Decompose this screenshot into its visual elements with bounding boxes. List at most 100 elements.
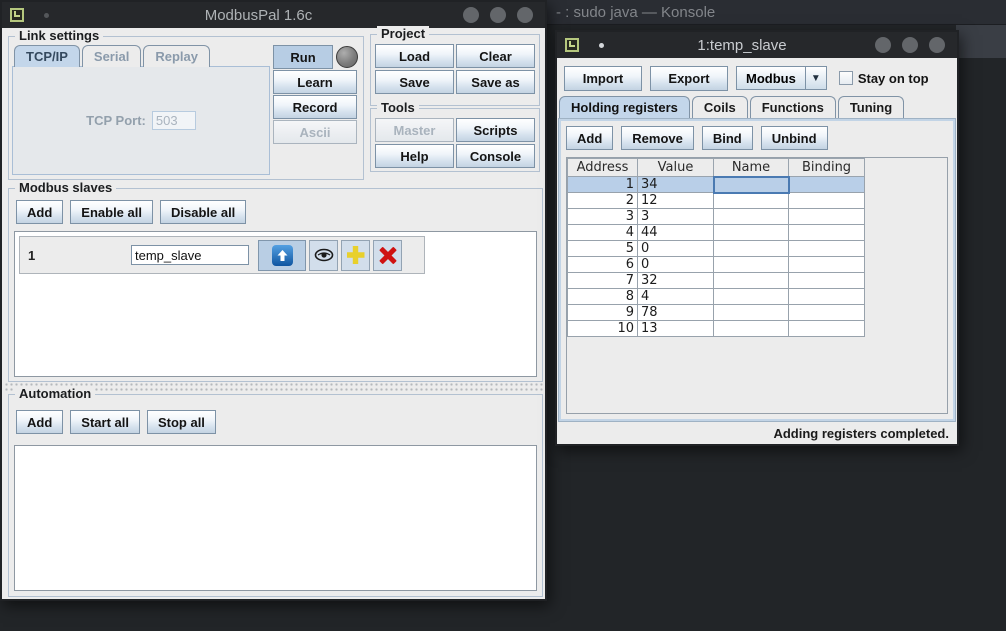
register-binding-cell[interactable] bbox=[789, 257, 865, 273]
register-address-cell[interactable]: 5 bbox=[568, 241, 638, 257]
slave-delete-button[interactable] bbox=[373, 240, 402, 271]
slave-titlebar[interactable]: 1:temp_slave bbox=[557, 32, 957, 58]
register-unbind-button[interactable]: Unbind bbox=[761, 126, 828, 150]
stop-all-button[interactable]: Stop all bbox=[147, 410, 216, 434]
table-row[interactable]: 212 bbox=[568, 193, 865, 209]
tab-holding-registers[interactable]: Holding registers bbox=[559, 96, 690, 118]
register-address-cell[interactable]: 9 bbox=[568, 305, 638, 321]
column-header-name[interactable]: Name bbox=[714, 159, 789, 177]
tab-functions[interactable]: Functions bbox=[750, 96, 836, 118]
tab-serial[interactable]: Serial bbox=[82, 45, 141, 67]
register-name-cell[interactable] bbox=[714, 225, 789, 241]
register-address-cell[interactable]: 2 bbox=[568, 193, 638, 209]
mode-combobox[interactable]: Modbus ▼ bbox=[736, 66, 827, 90]
column-header-binding[interactable]: Binding bbox=[789, 159, 865, 177]
register-value-cell[interactable]: 44 bbox=[638, 225, 714, 241]
register-add-button[interactable]: Add bbox=[566, 126, 613, 150]
register-binding-cell[interactable] bbox=[789, 241, 865, 257]
register-name-cell[interactable] bbox=[714, 289, 789, 305]
register-binding-cell[interactable] bbox=[789, 193, 865, 209]
chevron-down-icon[interactable]: ▼ bbox=[805, 67, 826, 89]
tab-replay[interactable]: Replay bbox=[143, 45, 210, 67]
window-icon[interactable] bbox=[565, 38, 579, 52]
tcp-port-field[interactable] bbox=[152, 111, 196, 130]
register-name-cell[interactable] bbox=[714, 321, 789, 337]
tab-coils[interactable]: Coils bbox=[692, 96, 748, 118]
minimize-button[interactable] bbox=[463, 7, 479, 23]
register-binding-cell[interactable] bbox=[789, 225, 865, 241]
slave-enable-toggle-button[interactable] bbox=[258, 240, 306, 271]
register-address-cell[interactable]: 3 bbox=[568, 209, 638, 225]
table-row[interactable]: 134 bbox=[568, 177, 865, 193]
register-address-cell[interactable]: 1 bbox=[568, 177, 638, 193]
help-button[interactable]: Help bbox=[375, 144, 454, 168]
table-row[interactable]: 33 bbox=[568, 209, 865, 225]
table-row[interactable]: 732 bbox=[568, 273, 865, 289]
import-button[interactable]: Import bbox=[564, 66, 642, 91]
column-header-address[interactable]: Address bbox=[568, 159, 638, 177]
load-button[interactable]: Load bbox=[375, 44, 454, 68]
register-remove-button[interactable]: Remove bbox=[621, 126, 694, 150]
stay-on-top-checkbox[interactable] bbox=[839, 71, 853, 85]
register-bind-button[interactable]: Bind bbox=[702, 126, 753, 150]
tab-tuning[interactable]: Tuning bbox=[838, 96, 904, 118]
register-name-cell[interactable] bbox=[714, 193, 789, 209]
table-row[interactable]: 50 bbox=[568, 241, 865, 257]
register-address-cell[interactable]: 6 bbox=[568, 257, 638, 273]
table-row[interactable]: 1013 bbox=[568, 321, 865, 337]
register-name-cell[interactable] bbox=[714, 273, 789, 289]
register-address-cell[interactable]: 4 bbox=[568, 225, 638, 241]
table-row[interactable]: 978 bbox=[568, 305, 865, 321]
maximize-button[interactable] bbox=[490, 7, 506, 23]
close-button[interactable] bbox=[517, 7, 533, 23]
register-address-cell[interactable]: 7 bbox=[568, 273, 638, 289]
register-name-cell[interactable] bbox=[714, 209, 789, 225]
register-binding-cell[interactable] bbox=[789, 289, 865, 305]
export-button[interactable]: Export bbox=[650, 66, 728, 91]
register-binding-cell[interactable] bbox=[789, 209, 865, 225]
slave-duplicate-button[interactable] bbox=[341, 240, 370, 271]
table-row[interactable]: 60 bbox=[568, 257, 865, 273]
start-all-button[interactable]: Start all bbox=[70, 410, 140, 434]
slave-name-input[interactable] bbox=[131, 245, 249, 265]
learn-button[interactable]: Learn bbox=[273, 70, 357, 94]
register-binding-cell[interactable] bbox=[789, 273, 865, 289]
slave-view-button[interactable] bbox=[309, 240, 338, 271]
modbuspal-titlebar[interactable]: ModbusPal 1.6c bbox=[2, 2, 545, 28]
register-value-cell[interactable]: 34 bbox=[638, 177, 714, 193]
register-address-cell[interactable]: 8 bbox=[568, 289, 638, 305]
disable-all-button[interactable]: Disable all bbox=[160, 200, 246, 224]
register-binding-cell[interactable] bbox=[789, 321, 865, 337]
automation-add-button[interactable]: Add bbox=[16, 410, 63, 434]
register-value-cell[interactable]: 78 bbox=[638, 305, 714, 321]
run-button[interactable]: Run bbox=[273, 45, 333, 69]
console-button[interactable]: Console bbox=[456, 144, 535, 168]
register-value-cell[interactable]: 12 bbox=[638, 193, 714, 209]
register-value-cell[interactable]: 0 bbox=[638, 241, 714, 257]
register-value-cell[interactable]: 32 bbox=[638, 273, 714, 289]
close-button[interactable] bbox=[929, 37, 945, 53]
register-name-cell[interactable] bbox=[714, 257, 789, 273]
register-name-cell[interactable] bbox=[714, 305, 789, 321]
register-binding-cell[interactable] bbox=[789, 305, 865, 321]
register-name-cell[interactable] bbox=[714, 241, 789, 257]
register-value-cell[interactable]: 3 bbox=[638, 209, 714, 225]
column-header-value[interactable]: Value bbox=[638, 159, 714, 177]
save-as-button[interactable]: Save as bbox=[456, 70, 535, 94]
clear-button[interactable]: Clear bbox=[456, 44, 535, 68]
scripts-button[interactable]: Scripts bbox=[456, 118, 535, 142]
save-button[interactable]: Save bbox=[375, 70, 454, 94]
register-name-cell[interactable] bbox=[714, 177, 789, 193]
enable-all-button[interactable]: Enable all bbox=[70, 200, 153, 224]
register-value-cell[interactable]: 13 bbox=[638, 321, 714, 337]
table-row[interactable]: 84 bbox=[568, 289, 865, 305]
maximize-button[interactable] bbox=[902, 37, 918, 53]
register-value-cell[interactable]: 4 bbox=[638, 289, 714, 305]
table-row[interactable]: 444 bbox=[568, 225, 865, 241]
register-binding-cell[interactable] bbox=[789, 177, 865, 193]
konsole-titlebar[interactable]: - : sudo java — Konsole bbox=[540, 0, 1006, 25]
register-value-cell[interactable]: 0 bbox=[638, 257, 714, 273]
register-table-scrollpane[interactable]: Address Value Name Binding 1342123344450… bbox=[566, 157, 948, 414]
window-icon[interactable] bbox=[10, 8, 24, 22]
record-button[interactable]: Record bbox=[273, 95, 357, 119]
